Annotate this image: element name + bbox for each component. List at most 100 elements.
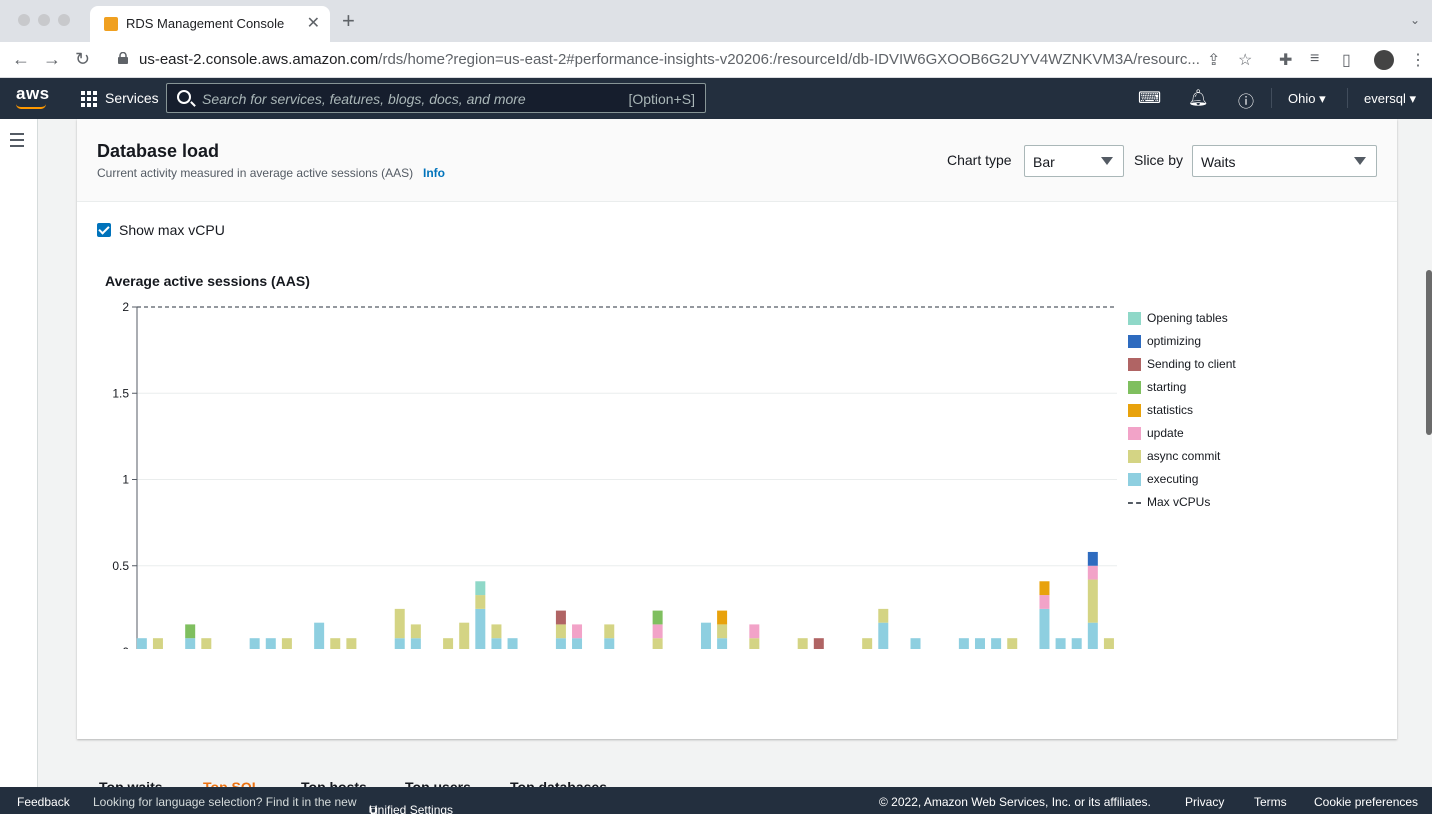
aws-logo[interactable]: aws bbox=[16, 84, 50, 104]
bar-segment-statistics bbox=[1039, 581, 1050, 596]
bar-segment-async-commit bbox=[459, 622, 470, 649]
legend-color-swatch bbox=[1128, 427, 1141, 440]
cloudshell-icon[interactable]: ⌨ bbox=[1138, 88, 1161, 108]
bar-segment-executing bbox=[1039, 608, 1050, 649]
chart-title: Average active sessions (AAS) bbox=[105, 273, 310, 289]
bar-segment-async-commit bbox=[878, 608, 889, 623]
legend-color-swatch bbox=[1128, 381, 1141, 394]
bar-segment-executing bbox=[314, 622, 325, 649]
tab-top-hosts[interactable]: Top hosts bbox=[301, 779, 367, 787]
bar-segment-async-commit bbox=[330, 638, 341, 649]
tab-top-waits[interactable]: Top waits bbox=[99, 779, 163, 787]
bar-segment-async-commit bbox=[1103, 638, 1114, 649]
cookie-preferences-link[interactable]: Cookie preferences bbox=[1314, 795, 1418, 809]
legend-label: statistics bbox=[1147, 403, 1194, 417]
privacy-link[interactable]: Privacy bbox=[1185, 795, 1224, 809]
bar-segment-starting bbox=[185, 624, 196, 639]
bar-segment-executing bbox=[265, 638, 276, 649]
account-menu[interactable]: eversql ▾ bbox=[1364, 91, 1416, 107]
show-max-vcpu-checkbox[interactable] bbox=[97, 223, 111, 237]
bar-segment-async-commit bbox=[1007, 638, 1018, 649]
back-icon[interactable]: ← bbox=[12, 49, 30, 70]
rds-favicon-icon bbox=[104, 17, 118, 31]
side-panel-icon[interactable]: ▯ bbox=[1342, 50, 1351, 70]
forward-icon[interactable]: → bbox=[43, 49, 61, 70]
help-icon[interactable]: ⓘ bbox=[1238, 88, 1254, 112]
y-tick-label: 1 bbox=[122, 473, 129, 487]
bar-segment-async-commit bbox=[281, 638, 292, 649]
bar-segment-executing bbox=[491, 638, 502, 649]
bar-segment-statistics bbox=[717, 610, 728, 625]
bar-segment-async-commit bbox=[491, 624, 502, 639]
chart-type-select[interactable]: Bar bbox=[1024, 145, 1124, 177]
address-bar: ← → ↻ us-east-2.console.aws.amazon.com/r… bbox=[0, 42, 1432, 78]
bar-segment-executing bbox=[394, 638, 405, 649]
bar-segment-executing bbox=[717, 638, 728, 649]
tab-search-chevron-icon[interactable]: ⌄ bbox=[1410, 13, 1420, 27]
caret-down-icon bbox=[1354, 157, 1366, 165]
bar-segment-executing bbox=[974, 638, 985, 649]
share-icon[interactable]: ⇪ bbox=[1207, 50, 1220, 70]
tab-close-icon[interactable]: ✕ bbox=[307, 13, 320, 33]
panel-header: Database load Current activity measured … bbox=[77, 119, 1397, 202]
show-max-vcpu-label[interactable]: Show max vCPU bbox=[119, 222, 225, 238]
profile-avatar[interactable] bbox=[1374, 50, 1394, 70]
bar-segment-update bbox=[652, 624, 663, 639]
lower-tabs: Top waits Top SQL Top hosts Top users To… bbox=[77, 775, 677, 787]
reading-list-icon[interactable]: ≡ bbox=[1310, 50, 1319, 68]
feedback-link[interactable]: Feedback bbox=[17, 795, 70, 809]
bar-segment-async-commit bbox=[443, 638, 454, 649]
bookmark-star-icon[interactable]: ☆ bbox=[1238, 50, 1252, 70]
browser-tab[interactable]: RDS Management Console ✕ bbox=[90, 6, 330, 42]
legend-label: update bbox=[1147, 426, 1184, 440]
legend-label: Max vCPUs bbox=[1147, 495, 1211, 509]
footer: Feedback Looking for language selection?… bbox=[0, 787, 1432, 814]
panel-description: Current activity measured in average act… bbox=[97, 166, 414, 180]
tab-title: RDS Management Console bbox=[126, 16, 285, 31]
terms-link[interactable]: Terms bbox=[1254, 795, 1287, 809]
bar-segment-executing bbox=[1087, 622, 1098, 649]
url-host: us-east-2.console.aws.amazon.com bbox=[139, 51, 379, 68]
hamburger-menu-icon[interactable] bbox=[10, 133, 24, 151]
bar-segment-executing bbox=[249, 638, 260, 649]
tab-top-databases[interactable]: Top databases bbox=[510, 779, 607, 787]
extensions-icon[interactable]: ✚ bbox=[1279, 50, 1292, 70]
bar-segment-async-commit bbox=[797, 638, 808, 649]
bar-segment-async-commit bbox=[555, 624, 566, 639]
scrollbar-thumb[interactable] bbox=[1426, 270, 1432, 435]
legend-color-swatch bbox=[1128, 473, 1141, 486]
bar-segment-executing bbox=[475, 608, 486, 649]
bar-segment-async-commit bbox=[410, 624, 421, 639]
notifications-bell-icon[interactable]: 🔔︎ bbox=[1188, 88, 1208, 108]
slice-by-label: Slice by bbox=[1134, 152, 1184, 168]
bar-segment-executing bbox=[1071, 638, 1082, 649]
bar-segment-executing bbox=[410, 638, 421, 649]
services-grid-icon[interactable] bbox=[81, 91, 97, 107]
tab-top-sql[interactable]: Top SQL bbox=[203, 779, 260, 787]
bar-segment-executing bbox=[991, 638, 1002, 649]
slice-by-select[interactable]: Waits bbox=[1192, 145, 1377, 177]
reload-icon[interactable]: ↻ bbox=[75, 49, 90, 70]
browser-menu-icon[interactable]: ⋮ bbox=[1410, 50, 1426, 70]
browser-tab-bar: RDS Management Console ✕ + ⌄ bbox=[0, 0, 1432, 42]
legend-color-swatch bbox=[1128, 404, 1141, 417]
bar-segment-executing bbox=[878, 622, 889, 649]
bar-segment-update bbox=[572, 624, 583, 639]
region-selector[interactable]: Ohio ▾ bbox=[1288, 91, 1326, 107]
bar-segment-executing bbox=[136, 638, 147, 649]
search-input[interactable]: Search for services, features, blogs, do… bbox=[166, 83, 706, 113]
bar-segment-async-commit bbox=[152, 638, 163, 649]
window-minimize-dot[interactable] bbox=[38, 14, 50, 26]
tab-top-users[interactable]: Top users bbox=[405, 779, 471, 787]
url-field[interactable]: us-east-2.console.aws.amazon.com/rds/hom… bbox=[139, 51, 1199, 68]
new-tab-icon[interactable]: + bbox=[342, 10, 355, 32]
bar-segment-async-commit bbox=[862, 638, 873, 649]
bar-segment-executing bbox=[572, 638, 583, 649]
info-link[interactable]: Info bbox=[423, 166, 445, 180]
database-load-panel: Database load Current activity measured … bbox=[77, 119, 1397, 739]
chart-type-label: Chart type bbox=[947, 152, 1012, 168]
services-menu[interactable]: Services bbox=[105, 90, 159, 106]
window-close-dot[interactable] bbox=[18, 14, 30, 26]
language-notice: Looking for language selection? Find it … bbox=[93, 795, 357, 809]
window-zoom-dot[interactable] bbox=[58, 14, 70, 26]
